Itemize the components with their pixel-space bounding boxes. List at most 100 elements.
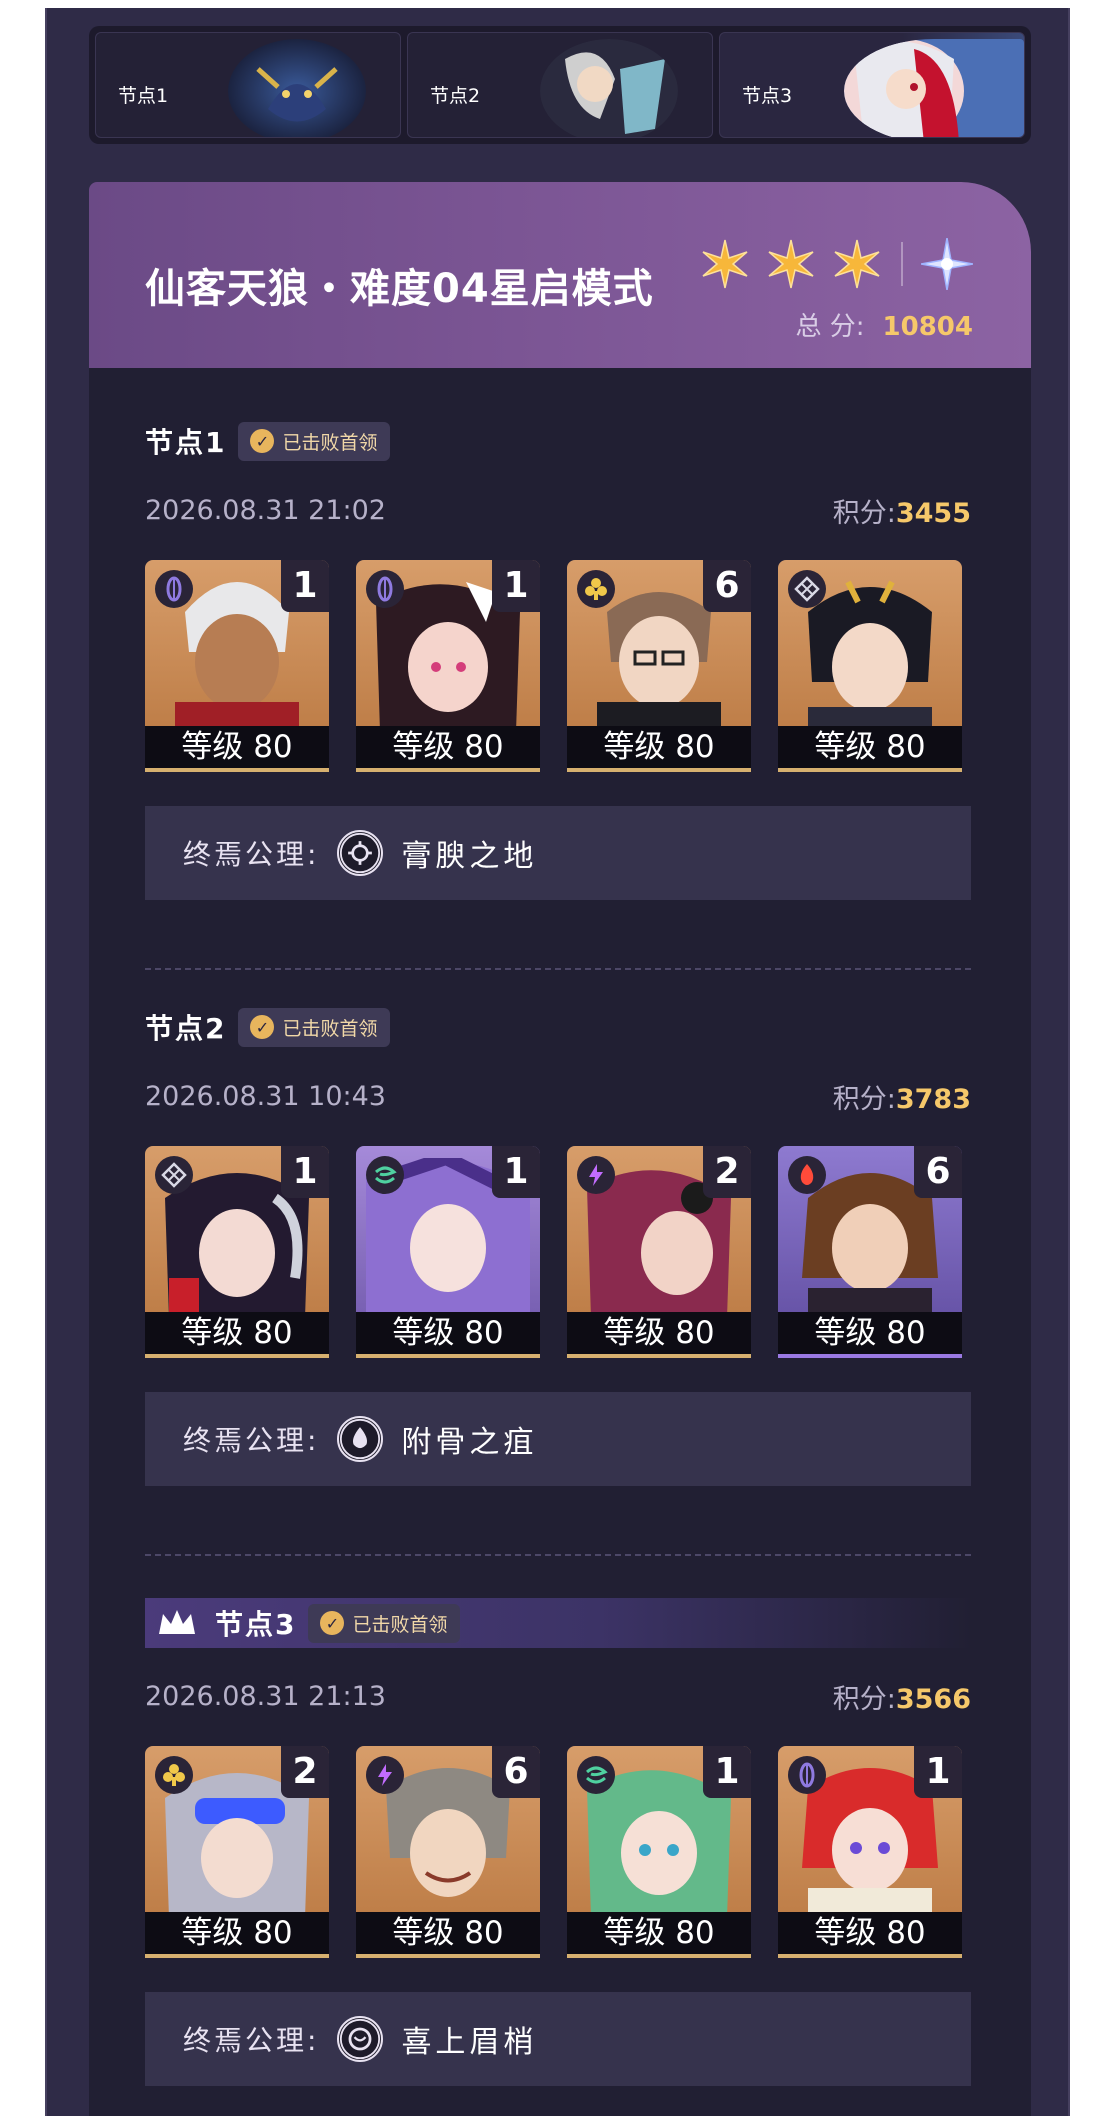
check-icon: ✓ [250, 1015, 275, 1039]
boss-portrait-2 [540, 39, 678, 137]
level-label: 等级 80 [567, 1912, 751, 1954]
level-label: 等级 80 [356, 1912, 540, 1954]
status-badge: ✓ 已击败首领 [238, 1007, 390, 1047]
total-score: 总 分: 10804 [796, 306, 974, 343]
fire-element-icon [788, 1156, 826, 1194]
section-divider [145, 968, 971, 970]
node-score: 积分:3783 [833, 1077, 971, 1116]
node-label: 节点2 [145, 1012, 227, 1045]
quantum-element-icon [366, 570, 404, 608]
rarity-bar [145, 1954, 329, 1958]
axiom-label: 终焉公理: [183, 838, 320, 871]
timestamp: 2026.08.31 21:13 [145, 1680, 386, 1712]
character-card[interactable]: 2 等级 80 [145, 1746, 329, 1958]
quantum-element-icon [788, 1756, 826, 1794]
tab-node-3[interactable]: 节点3 [719, 32, 1025, 138]
boss-portrait-3 [844, 39, 1024, 137]
character-card[interactable]: 1 等级 80 [145, 1146, 329, 1358]
quantum-element-icon [155, 570, 193, 608]
eidolon-count: 6 [914, 1146, 962, 1198]
axiom-row: 终焉公理: 喜上眉梢 [145, 1992, 971, 2086]
character-card[interactable]: 6 等级 80 [356, 1746, 540, 1958]
axiom-row: 终焉公理: 附骨之疽 [145, 1392, 971, 1486]
badge-text: 已击败首领 [282, 431, 378, 454]
node-section-2: 节点2 ✓ 已击败首领 2026.08.31 10:43 积分:3783 1 等级… [145, 1006, 971, 1486]
wind-element-icon [577, 1756, 615, 1794]
character-card[interactable]: 等级 80 [778, 560, 962, 772]
eidolon-count: 2 [281, 1746, 329, 1798]
character-list: 1 等级 80 1 等级 80 6 等级 80 等级 80 [145, 560, 971, 772]
level-label: 等级 80 [778, 726, 962, 768]
timestamp: 2026.08.31 21:02 [145, 494, 386, 526]
rarity-bar [567, 768, 751, 772]
eidolon-count: 6 [492, 1746, 540, 1798]
crown-icon [159, 1610, 195, 1634]
character-card[interactable]: 1 等级 80 [356, 560, 540, 772]
wind-element-icon [366, 1156, 404, 1194]
star-rating [699, 238, 973, 290]
level-label: 等级 80 [356, 726, 540, 768]
rarity-bar [356, 1354, 540, 1358]
axiom-name: 附骨之疽 [401, 1425, 538, 1460]
character-card[interactable]: 1 等级 80 [356, 1146, 540, 1358]
status-badge: ✓ 已击败首领 [308, 1603, 460, 1643]
gear-axiom-icon [337, 830, 384, 876]
boss-portrait-1 [228, 39, 366, 137]
eidolon-count: 1 [492, 1146, 540, 1198]
node-section-1: 节点1 ✓ 已击败首领 2026.08.31 21:02 积分:3455 1 等级… [145, 420, 971, 900]
badge-text: 已击败首领 [282, 1017, 378, 1040]
rarity-bar [567, 1954, 751, 1958]
node-header: 节点3 ✓ 已击败首领 [145, 1598, 971, 1648]
level-label: 等级 80 [567, 726, 751, 768]
total-score-value: 10804 [882, 312, 973, 342]
score-value: 3566 [895, 1683, 971, 1715]
tab-node-2[interactable]: 节点2 [407, 32, 713, 138]
page-title: 仙客天狼・难度04星启模式 [145, 266, 654, 312]
status-badge: ✓ 已击败首领 [238, 421, 390, 461]
score-value: 3455 [895, 497, 971, 529]
score-label: 积分: [832, 497, 896, 529]
remembrance-element-icon [155, 1156, 193, 1194]
character-card[interactable]: 6 等级 80 [567, 560, 751, 772]
score-value: 3783 [895, 1083, 971, 1115]
tab-label: 节点3 [742, 85, 793, 107]
challenge-panel: 仙客天狼・难度04星启模式 总 分: 10804 节点1 ✓ 已击败首领 2026.… [89, 182, 1031, 2116]
level-label: 等级 80 [778, 1312, 962, 1354]
badge-text: 已击败首领 [352, 1613, 448, 1636]
rarity-bar [356, 768, 540, 772]
eidolon-count: 6 [703, 560, 751, 612]
axiom-label: 终焉公理: [183, 2024, 320, 2057]
node-section-3: 节点3 ✓ 已击败首领 2026.08.31 21:13 积分:3566 2 等级… [145, 1598, 971, 2086]
character-card[interactable]: 1 等级 80 [567, 1746, 751, 1958]
level-label: 等级 80 [145, 1312, 329, 1354]
node-meta: 2026.08.31 21:02 积分:3455 [145, 491, 971, 530]
abundance-element-icon [577, 570, 615, 608]
character-card[interactable]: 1 等级 80 [145, 560, 329, 772]
score-label: 积分: [832, 1683, 896, 1715]
section-divider [145, 1554, 971, 1556]
rarity-bar [778, 1954, 962, 1958]
eidolon-count: 1 [281, 1146, 329, 1198]
node-score: 积分:3566 [833, 1677, 971, 1716]
node-label: 节点1 [145, 426, 227, 459]
character-card[interactable]: 1 等级 80 [778, 1746, 962, 1958]
eidolon-count: 1 [914, 1746, 962, 1798]
eidolon-count: 2 [703, 1146, 751, 1198]
node-header: 节点2 ✓ 已击败首领 [145, 1006, 971, 1048]
app-frame: 节点1 节点2 节点3 仙客天狼・难度04星启模式 总 分: 10804 节点1… [45, 8, 1070, 2116]
star-icon [768, 239, 814, 289]
node-meta: 2026.08.31 10:43 积分:3783 [145, 1077, 971, 1116]
node-score: 积分:3455 [833, 491, 971, 530]
abundance-element-icon [155, 1756, 193, 1794]
tab-label: 节点2 [430, 85, 481, 107]
drop-axiom-icon [337, 1416, 384, 1462]
character-card[interactable]: 2 等级 80 [567, 1146, 751, 1358]
tab-node-1[interactable]: 节点1 [95, 32, 401, 138]
rarity-bar [567, 1354, 751, 1358]
character-list: 2 等级 80 6 等级 80 1 等级 80 1 等级 80 [145, 1746, 971, 1958]
lightning-element-icon [366, 1756, 404, 1794]
tab-label: 节点1 [118, 85, 169, 107]
eidolon-count: 1 [281, 560, 329, 612]
remembrance-element-icon [788, 570, 826, 608]
character-card[interactable]: 6 等级 80 [778, 1146, 962, 1358]
